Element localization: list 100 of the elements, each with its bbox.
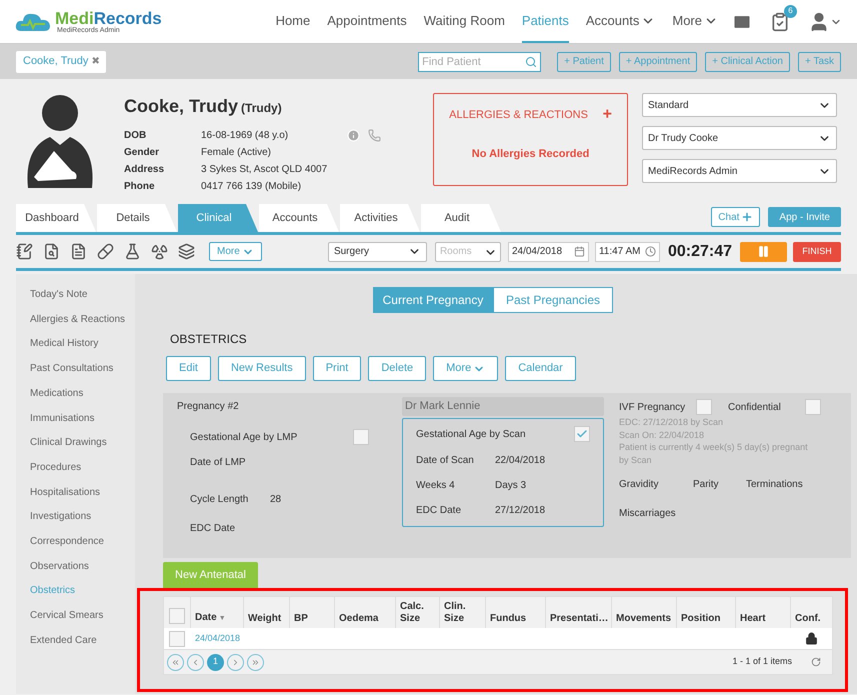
- tab[interactable]: Dashboard: [16, 204, 96, 232]
- more-button[interactable]: More: [209, 242, 262, 261]
- first-page-button[interactable]: [167, 654, 184, 670]
- app-invite-button[interactable]: App - Invite: [768, 207, 841, 227]
- pill-icon[interactable]: [97, 243, 114, 260]
- sidebar-item[interactable]: Immunisations: [30, 412, 135, 426]
- detail-label: Address: [124, 163, 166, 177]
- rooms-select[interactable]: Rooms: [434, 242, 501, 262]
- field-value: 27/12/2018: [495, 504, 546, 517]
- detail-value: 3 Sykes St, Ascot QLD 4007: [201, 163, 328, 177]
- last-page-button[interactable]: [247, 654, 264, 670]
- radiation-icon[interactable]: [151, 243, 168, 260]
- chat-button[interactable]: Chat: [711, 207, 760, 227]
- checkbox[interactable]: [169, 630, 185, 646]
- nav-link[interactable]: Waiting Room: [424, 0, 505, 43]
- consult-timer: 00:27:47: [668, 242, 732, 262]
- preferred-name: (Trudy): [241, 100, 282, 117]
- sidebar-item[interactable]: Correspondence: [30, 535, 135, 550]
- checkbox[interactable]: [353, 429, 369, 445]
- field-label: Terminations: [746, 478, 804, 492]
- close-button[interactable]: ✖: [91, 54, 100, 69]
- action-button[interactable]: Print: [312, 356, 362, 381]
- field-value: Days 3: [495, 479, 526, 492]
- no-allergies-text: No Allergies Recorded: [472, 147, 590, 162]
- field-label: IVF Pregnancy: [619, 400, 686, 414]
- location-select[interactable]: Surgery: [328, 242, 427, 262]
- sidebar-item[interactable]: Investigations: [30, 510, 135, 526]
- date-field[interactable]: 24/04/2018: [508, 242, 589, 262]
- checkbox[interactable]: [169, 608, 185, 624]
- select-field[interactable]: Standard: [642, 93, 837, 117]
- tab[interactable]: Audit: [421, 204, 501, 232]
- last-page-icon: [251, 658, 260, 666]
- patient-name: Cooke, Trudy: [124, 95, 238, 118]
- file-search-icon[interactable]: [43, 243, 60, 260]
- pause-button[interactable]: [740, 242, 787, 262]
- detail-value: 0417 766 139 (Mobile): [201, 180, 302, 194]
- tab[interactable]: Accounts: [259, 204, 339, 232]
- tasks-icon[interactable]: [770, 12, 790, 32]
- calendar-icon: [574, 246, 585, 257]
- info-icon[interactable]: [347, 129, 360, 142]
- previous-page-button[interactable]: [187, 654, 204, 670]
- lock-icon[interactable]: [805, 632, 818, 645]
- nav-link[interactable]: More: [672, 0, 718, 43]
- nav-link[interactable]: Appointments: [327, 0, 407, 43]
- patient-tab[interactable]: Cooke, Trudy ✖: [16, 50, 106, 72]
- sidebar-item[interactable]: Medications: [30, 386, 135, 402]
- sidebar-item[interactable]: Today's Note: [30, 288, 135, 303]
- detail-label: Phone: [124, 180, 156, 194]
- sidebar-item[interactable]: Extended Care: [30, 634, 135, 649]
- detail-value: 16-08-1969 (48 y.o): [201, 129, 288, 143]
- find-patient-field[interactable]: Find Patient: [418, 52, 542, 72]
- notification-badge: 6: [784, 4, 797, 18]
- action-button[interactable]: New Results: [218, 356, 306, 381]
- tab[interactable]: Clinical: [178, 204, 258, 232]
- phone-icon[interactable]: [368, 129, 382, 142]
- detail-label: DOB: [124, 129, 148, 143]
- page-button[interactable]: 1: [207, 654, 224, 670]
- sidebar-item[interactable]: Observations: [30, 560, 135, 574]
- sidebar-item[interactable]: Allergies & Reactions: [30, 312, 135, 328]
- tab[interactable]: Details: [97, 204, 177, 232]
- select-field[interactable]: MediRecords Admin: [642, 159, 837, 183]
- sidebar-item[interactable]: Medical History: [30, 337, 135, 352]
- field-label: Date of Scan: [416, 454, 475, 467]
- next-page-button[interactable]: [227, 654, 244, 670]
- pause-icon: [757, 245, 770, 258]
- nav-link[interactable]: Accounts: [586, 0, 656, 43]
- flask-icon[interactable]: [124, 243, 141, 260]
- sidebar-item[interactable]: Hospitalisations: [30, 486, 135, 500]
- action-button[interactable]: More: [433, 356, 498, 381]
- action-button[interactable]: Delete: [368, 356, 426, 381]
- sidebar-item[interactable]: Procedures: [30, 460, 135, 476]
- search-icon: [525, 56, 538, 68]
- finish-button[interactable]: FINISH: [793, 242, 841, 262]
- next-page-icon: [231, 658, 240, 666]
- pregnancy-toggle[interactable]: Past Pregnancies: [493, 287, 613, 313]
- sidebar-item[interactable]: Past Consultations: [30, 362, 135, 377]
- add-allergy-button[interactable]: +: [602, 103, 612, 127]
- notebook-pen-icon[interactable]: [16, 243, 33, 260]
- pregnancy-note: EDC: 27/12/2018 by Scan: [619, 416, 724, 428]
- first-page-icon: [171, 658, 180, 666]
- refresh-icon[interactable]: [811, 657, 821, 667]
- sidebar-item[interactable]: Clinical Drawings: [30, 436, 135, 451]
- pregnancy-toggle[interactable]: Current Pregnancy: [373, 287, 493, 313]
- time-field[interactable]: 11:47 AM: [594, 242, 660, 262]
- sidebar-item[interactable]: Cervical Smears: [30, 609, 135, 624]
- nav-link[interactable]: Home: [276, 0, 310, 43]
- table-cell[interactable]: 24/04/2018: [191, 632, 244, 646]
- tab[interactable]: Activities: [340, 204, 420, 232]
- field-value: 22/04/2018: [495, 454, 546, 467]
- field-label: Parity: [693, 478, 720, 492]
- checkbox[interactable]: [805, 399, 821, 415]
- column-header[interactable]: Conf.: [791, 597, 832, 628]
- action-button[interactable]: Calendar: [505, 356, 576, 381]
- checkbox[interactable]: [574, 426, 590, 442]
- action-button[interactable]: Edit: [166, 356, 211, 381]
- select-field[interactable]: Dr Trudy Cooke: [642, 126, 837, 150]
- layers-icon[interactable]: [178, 243, 195, 260]
- checkbox[interactable]: [696, 399, 712, 415]
- pregnancy-note: Scan On: 22/04/2018: [619, 428, 706, 441]
- document-icon[interactable]: [70, 243, 87, 260]
